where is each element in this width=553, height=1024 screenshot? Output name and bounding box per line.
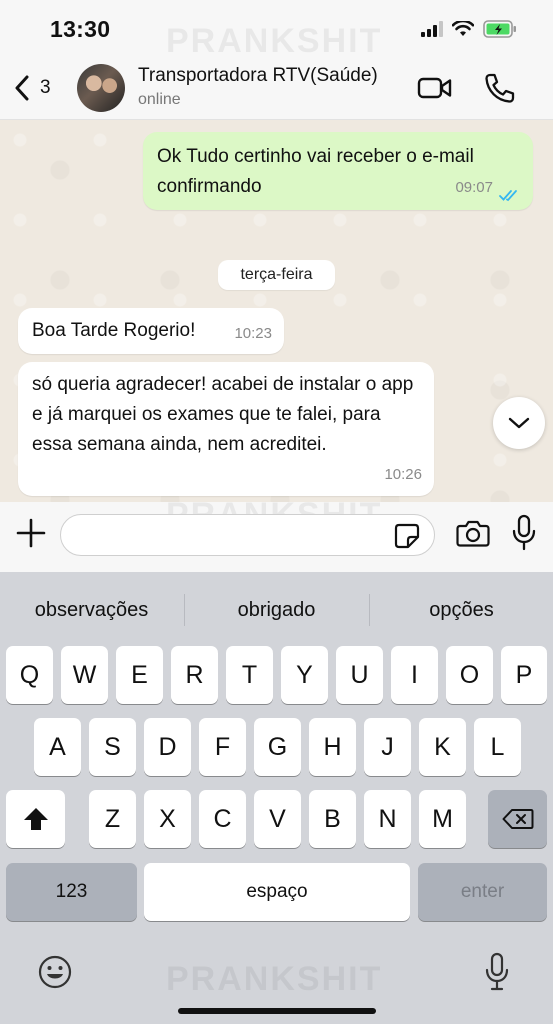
keyboard: observações obrigado opções Q W E R T Y … — [0, 572, 553, 1024]
status-bar: 13:30 PRANKSHIT — [0, 0, 553, 60]
composer-bar: PRANKSHIT — [0, 496, 553, 572]
message-time: 09:07 — [455, 179, 493, 196]
key-a[interactable]: A — [34, 718, 81, 776]
message-text: Ok Tudo certinho vai receber o e-mail co… — [157, 146, 474, 197]
key-j[interactable]: J — [364, 718, 411, 776]
numbers-key[interactable]: 123 — [6, 863, 137, 921]
read-ticks-icon — [499, 190, 517, 202]
message-text: Boa Tarde Rogerio! — [32, 320, 196, 341]
key-g[interactable]: G — [254, 718, 301, 776]
message-time: 10:26 — [384, 466, 422, 483]
suggestion-item[interactable]: opções — [370, 594, 553, 626]
key-e[interactable]: E — [116, 646, 163, 704]
chat-header: 3 Transportadora RTV(Saúde) online — [0, 56, 553, 120]
key-q[interactable]: Q — [6, 646, 53, 704]
emoji-icon[interactable] — [37, 954, 73, 990]
sticker-icon[interactable] — [393, 522, 421, 550]
key-d[interactable]: D — [144, 718, 191, 776]
suggestion-item[interactable]: observações — [0, 594, 183, 626]
microphone-icon[interactable] — [511, 514, 537, 552]
plus-icon[interactable] — [14, 516, 48, 550]
status-icons — [421, 20, 517, 38]
unread-count: 3 — [40, 77, 51, 98]
chevron-down-icon — [508, 417, 530, 429]
back-button[interactable]: 3 — [14, 70, 64, 106]
key-u[interactable]: U — [336, 646, 383, 704]
key-x[interactable]: X — [144, 790, 191, 848]
dictation-icon[interactable] — [484, 952, 510, 992]
scroll-to-bottom-button[interactable] — [493, 397, 545, 449]
key-b[interactable]: B — [309, 790, 356, 848]
camera-icon[interactable] — [456, 518, 490, 548]
watermark: PRANKSHIT — [166, 960, 383, 998]
shift-icon — [23, 808, 48, 830]
key-p[interactable]: P — [501, 646, 547, 704]
key-n[interactable]: N — [364, 790, 411, 848]
contact-name[interactable]: Transportadora RTV(Saúde) — [138, 65, 378, 87]
backspace-key[interactable] — [488, 790, 547, 848]
battery-icon — [483, 20, 516, 38]
suggestion-item[interactable]: obrigado — [185, 594, 368, 626]
message-input[interactable] — [60, 514, 435, 556]
contact-status: online — [138, 91, 181, 108]
key-r[interactable]: R — [171, 646, 218, 704]
key-l[interactable]: L — [474, 718, 521, 776]
video-call-icon[interactable] — [417, 74, 453, 102]
key-h[interactable]: H — [309, 718, 356, 776]
message-time: 10:23 — [234, 325, 272, 342]
key-i[interactable]: I — [391, 646, 438, 704]
message-bubble-incoming[interactable]: Boa Tarde Rogerio! 10:23 — [18, 308, 284, 354]
key-t[interactable]: T — [226, 646, 273, 704]
contact-avatar[interactable] — [77, 64, 125, 112]
status-time: 13:30 — [50, 16, 111, 42]
key-k[interactable]: K — [419, 718, 466, 776]
key-c[interactable]: C — [199, 790, 246, 848]
key-o[interactable]: O — [446, 646, 493, 704]
key-y[interactable]: Y — [281, 646, 328, 704]
message-text: só queria agradecer! acabei de instalar … — [32, 374, 414, 455]
key-f[interactable]: F — [199, 718, 246, 776]
back-chevron-icon — [15, 75, 29, 101]
space-key[interactable]: espaço — [144, 863, 410, 921]
home-indicator[interactable] — [178, 1008, 376, 1014]
shift-key[interactable] — [6, 790, 65, 848]
backspace-icon — [502, 809, 533, 829]
enter-key[interactable]: enter — [418, 863, 547, 921]
key-s[interactable]: S — [89, 718, 136, 776]
day-separator: terça-feira — [218, 260, 335, 290]
wifi-icon — [452, 21, 474, 36]
signal-icon — [421, 21, 443, 37]
suggestion-bar: observações obrigado opções — [0, 572, 553, 642]
key-w[interactable]: W — [61, 646, 108, 704]
message-bubble-outgoing[interactable]: Ok Tudo certinho vai receber o e-mail co… — [143, 132, 533, 210]
key-v[interactable]: V — [254, 790, 301, 848]
message-bubble-incoming[interactable]: só queria agradecer! acabei de instalar … — [18, 362, 434, 496]
chat-area[interactable]: Ok Tudo certinho vai receber o e-mail co… — [0, 120, 553, 502]
key-m[interactable]: M — [419, 790, 466, 848]
phone-icon[interactable] — [482, 72, 516, 104]
key-z[interactable]: Z — [89, 790, 136, 848]
